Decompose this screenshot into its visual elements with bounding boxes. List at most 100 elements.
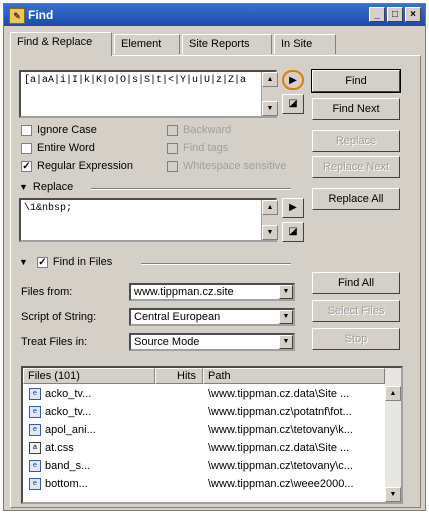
stop-button[interactable]: Stop [312,328,400,350]
table-row[interactable]: e acko_tv... \www.tippman.cz.data\Site .… [23,386,385,402]
files-from-value: www.tippman.cz.site [134,286,234,298]
tab-site-reports[interactable]: Site Reports [182,34,272,54]
replace-button[interactable]: Replace [312,130,400,152]
scroll-down-icon[interactable]: ▼ [385,487,401,502]
ignore-case-label: Ignore Case [37,124,97,136]
script-value: Central European [134,311,221,323]
find-button[interactable]: Find [311,69,401,93]
collapse-icon[interactable]: ▼ [19,182,28,192]
scroll-down-icon[interactable]: ▼ [262,101,278,116]
find-replace-panel: [a|aA|i|I|k|K|o|O|s|S|t|<|Y|u|U|z|Z|a ▲ … [10,55,421,508]
script-label: Script of String: [21,311,97,323]
table-row[interactable]: e bottom... \www.tippman.cz\weee2000... [23,476,385,492]
replace-next-button[interactable]: Replace Next [312,156,400,178]
treat-files-value: Source Mode [134,336,200,348]
tab-in-site[interactable]: In Site [274,34,336,54]
entire-word-checkbox[interactable]: Entire Word [21,142,95,154]
find-input[interactable]: [a|aA|i|I|k|K|o|O|s|S|t|<|Y|u|U|z|Z|a [19,70,277,118]
files-from-label: Files from: [21,286,73,298]
tab-find-replace[interactable]: Find & Replace [10,32,112,56]
column-files[interactable]: Files (101) [23,368,155,384]
option-a-label: Backward [183,124,232,136]
regular-expression-label: Regular Expression [37,160,133,172]
file-name: acko_tv... [45,406,92,418]
dropdown-arrow-icon[interactable]: ▼ [279,310,293,324]
replace-input[interactable]: \1&nbsp; [19,198,277,242]
html-file-icon: e [29,424,41,436]
select-files-button[interactable]: Select Files [312,300,400,322]
find-dialog: ✎ Find _ □ × Find & Replace Element Site… [3,3,426,511]
results-scrollbar[interactable]: ▲ ▼ [385,368,401,502]
section-divider [91,188,291,190]
find-popup-arrow-icon[interactable]: ▶ [282,70,304,90]
collapse-icon[interactable]: ▼ [19,257,28,267]
html-file-icon: e [29,406,41,418]
regular-expression-checkbox[interactable]: ✓ Regular Expression [21,160,133,172]
replace-input-scrollbar[interactable]: ▲ ▼ [261,200,278,240]
ignore-case-checkbox[interactable]: Ignore Case [21,124,97,136]
option-b-checkbox[interactable]: Find tags [167,142,228,154]
script-select[interactable]: Central European ▼ [129,308,295,326]
file-name: bottom... [45,478,88,490]
column-hits[interactable]: Hits [155,368,203,384]
files-from-select[interactable]: www.tippman.cz.site ▼ [129,283,295,301]
html-file-icon: e [29,478,41,490]
file-path: \www.tippman.cz.data\Site ... [208,442,350,454]
replace-regex-builder-icon[interactable]: ◪ [282,222,304,242]
table-row[interactable]: e band_s... \www.tippman.cz\tetovany\c..… [23,458,385,474]
checkbox-icon [167,124,178,136]
option-b-label: Find tags [183,142,229,154]
table-row[interactable]: a at.css \www.tippman.cz.data\Site ... [23,440,385,456]
checkmark-icon: ✓ [21,160,32,172]
app-icon: ✎ [9,8,25,24]
option-a-checkbox[interactable]: Backward [167,124,231,136]
tab-element[interactable]: Element [114,34,180,54]
replace-all-button[interactable]: Replace All [312,188,400,210]
file-path: \www.tippman.cz\tetovany\k... [208,424,353,436]
option-c-checkbox[interactable]: Whitespace sensitive [167,160,286,172]
find-in-files-label: Find in Files [52,256,113,268]
file-path: \www.tippman.cz.data\Site ... [208,388,350,400]
replace-popup-arrow-icon[interactable]: ▶ [282,198,304,218]
file-path: \www.tippman.cz\potatnf\fot... [208,406,352,418]
css-file-icon: a [29,442,41,454]
file-path: \www.tippman.cz\tetovany\c... [208,460,353,472]
find-in-files-header[interactable]: ▼ ✓ Find in Files [19,256,112,268]
results-header: Files (101) Hits Path [23,368,385,384]
html-file-icon: e [29,460,41,472]
file-path: \www.tippman.cz\weee2000... [208,478,354,490]
close-button[interactable]: × [405,7,421,22]
checkbox-icon [21,142,32,154]
find-in-files-toggle[interactable]: ✓ [36,256,48,268]
column-path[interactable]: Path [203,368,385,384]
scroll-up-icon[interactable]: ▲ [385,386,401,401]
title-bar[interactable]: ✎ Find _ □ × [4,4,425,26]
scroll-up-icon[interactable]: ▲ [262,200,278,215]
scroll-up-icon[interactable]: ▲ [262,72,278,87]
checkmark-icon: ✓ [36,256,48,268]
scroll-down-icon[interactable]: ▼ [262,225,278,240]
treat-files-label: Treat Files in: [21,336,88,348]
table-row[interactable]: e acko_tv... \www.tippman.cz\potatnf\fot… [23,404,385,420]
checkbox-icon [167,142,178,154]
maximize-button[interactable]: □ [387,7,403,22]
file-name: apol_ani... [45,424,96,436]
table-row[interactable]: e apol_ani... \www.tippman.cz\tetovany\k… [23,422,385,438]
replace-section-label: Replace [32,181,74,193]
file-name: at.css [45,442,74,454]
find-input-scrollbar[interactable]: ▲ ▼ [261,72,278,116]
html-file-icon: e [29,388,41,400]
find-next-button[interactable]: Find Next [312,98,400,120]
treat-files-select[interactable]: Source Mode ▼ [129,333,295,351]
dropdown-arrow-icon[interactable]: ▼ [279,335,293,349]
find-all-button[interactable]: Find All [312,272,400,294]
replace-section-header[interactable]: ▼ Replace [19,181,73,193]
checkbox-icon [167,160,178,172]
section-divider [141,263,291,265]
file-name: acko_tv... [45,388,92,400]
dropdown-arrow-icon[interactable]: ▼ [279,285,293,299]
results-list[interactable]: Files (101) Hits Path e acko_tv... \www.… [21,366,403,504]
minimize-button[interactable]: _ [369,7,385,22]
file-name: band_s... [45,460,91,472]
find-regex-builder-icon[interactable]: ◪ [282,94,304,114]
